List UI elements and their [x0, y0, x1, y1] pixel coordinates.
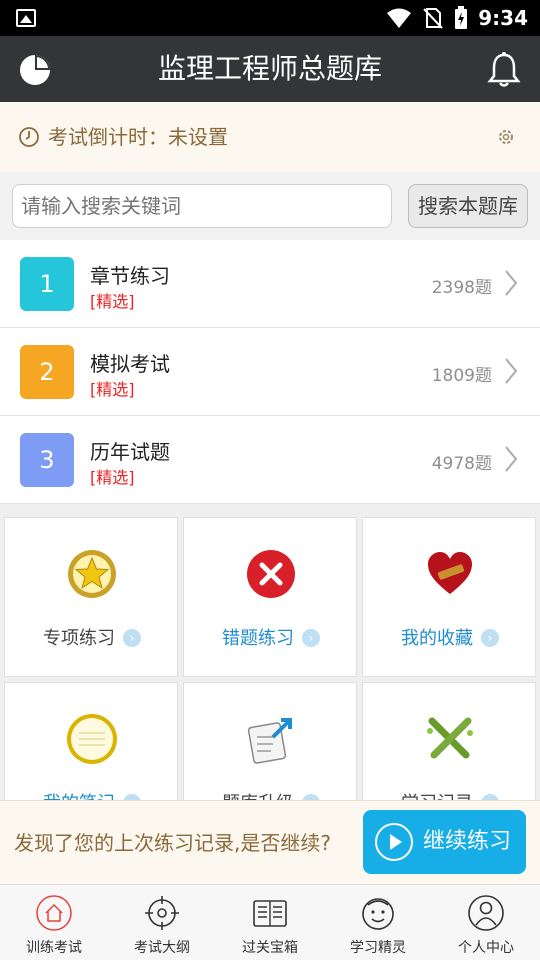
practice-list: 1 章节练习 [精选] 2398题 2 模拟考试 [精选] 1809题 3 历年…	[0, 240, 540, 504]
tab-training-exam[interactable]: 训练考试	[0, 885, 108, 960]
tab-label: 个人中心	[458, 940, 514, 956]
list-item-chapter-practice[interactable]: 1 章节练习 [精选] 2398题	[0, 240, 540, 328]
exam-countdown-bar[interactable]: 考试倒计时：未设置	[0, 102, 540, 172]
person-icon	[468, 895, 504, 931]
notebook-icon	[67, 714, 117, 764]
tile-special-practice[interactable]: 专项练习 ›	[4, 517, 178, 677]
item-name: 模拟考试	[90, 352, 170, 376]
arrow-right-icon: ›	[302, 629, 320, 647]
status-bar: 9:34	[0, 0, 540, 36]
chevron-right-icon	[505, 446, 518, 472]
chevron-right-icon	[505, 270, 518, 296]
face-icon	[362, 898, 394, 930]
heart-icon	[428, 552, 472, 594]
item-name: 章节练习	[90, 264, 170, 288]
news-icon	[253, 900, 287, 927]
page-title: 监理工程师总题库	[157, 52, 382, 85]
resume-prompt-bar: 发现了您的上次练习记录,是否继续? 继续练习	[0, 800, 540, 884]
gallery-notification-icon	[16, 9, 36, 27]
clock-icon	[19, 127, 39, 147]
bottom-tab-bar: 训练考试 考试大纲 过关宝箱 学习精灵 个人中心	[0, 884, 540, 960]
continue-practice-button[interactable]: 继续练习	[363, 810, 526, 874]
star-medal-icon	[68, 550, 116, 598]
tab-label: 训练考试	[26, 940, 82, 956]
item-count: 2398题	[431, 278, 492, 298]
arrow-right-icon: ›	[481, 629, 499, 647]
app-bar: 监理工程师总题库	[0, 36, 540, 102]
target-icon	[145, 896, 179, 930]
tile-label: 我的收藏	[401, 628, 473, 649]
item-tag: [精选]	[90, 468, 135, 487]
wifi-icon	[387, 8, 412, 28]
tab-exam-syllabus[interactable]: 考试大纲	[108, 885, 216, 960]
tab-study-sprite[interactable]: 学习精灵	[324, 885, 432, 960]
arrow-right-icon: ›	[123, 629, 141, 647]
item-count: 1809题	[431, 366, 492, 386]
tile-label: 专项练习	[43, 628, 115, 649]
no-sim-icon	[423, 8, 443, 29]
search-button[interactable]: 搜索本题库	[408, 184, 528, 228]
item-tag: [精选]	[90, 380, 135, 399]
battery-charging-icon	[455, 6, 468, 29]
bell-icon[interactable]	[486, 51, 522, 89]
upgrade-icon	[247, 718, 292, 764]
countdown-label: 考试倒计时：未设置	[48, 125, 228, 149]
home-icon	[36, 895, 72, 931]
list-item-past-papers[interactable]: 3 历年试题 [精选] 4978题	[0, 416, 540, 504]
search-input[interactable]	[12, 184, 392, 228]
resume-prompt-text: 发现了您的上次练习记录,是否继续?	[14, 831, 331, 855]
play-icon	[375, 823, 413, 861]
tile-study-record[interactable]: 学习记录›	[362, 682, 536, 802]
gear-icon[interactable]	[496, 127, 516, 147]
tile-my-notes[interactable]: 我的笔记›	[4, 682, 178, 802]
item-number-badge: 1	[20, 257, 74, 311]
tab-pass-treasure[interactable]: 过关宝箱	[216, 885, 324, 960]
tab-personal-center[interactable]: 个人中心	[432, 885, 540, 960]
chevron-right-icon	[505, 358, 518, 384]
search-row: 搜索本题库	[0, 172, 540, 240]
crossed-pencils-icon	[427, 717, 473, 759]
item-number-badge: 3	[20, 433, 74, 487]
tile-bank-upgrade[interactable]: 题库升级›	[183, 682, 357, 802]
tab-label: 过关宝箱	[242, 940, 298, 956]
clock-time: 9:34	[478, 6, 528, 30]
item-tag: [精选]	[90, 292, 135, 311]
tile-wrong-answers[interactable]: 错题练习 ›	[183, 517, 357, 677]
red-x-icon	[247, 550, 295, 598]
tab-label: 考试大纲	[134, 940, 190, 956]
list-item-mock-exam[interactable]: 2 模拟考试 [精选] 1809题	[0, 328, 540, 416]
item-name: 历年试题	[90, 440, 170, 464]
continue-practice-label: 继续练习	[423, 829, 512, 854]
item-number-badge: 2	[20, 345, 74, 399]
tab-label: 学习精灵	[350, 940, 406, 956]
feature-grid: 专项练习 › 错题练习 › 我的收藏 › 我的笔记› 题库升级›	[4, 517, 538, 802]
tile-label: 错题练习	[222, 628, 294, 649]
item-count: 4978题	[431, 454, 492, 474]
tile-my-favorites[interactable]: 我的收藏 ›	[362, 517, 536, 677]
